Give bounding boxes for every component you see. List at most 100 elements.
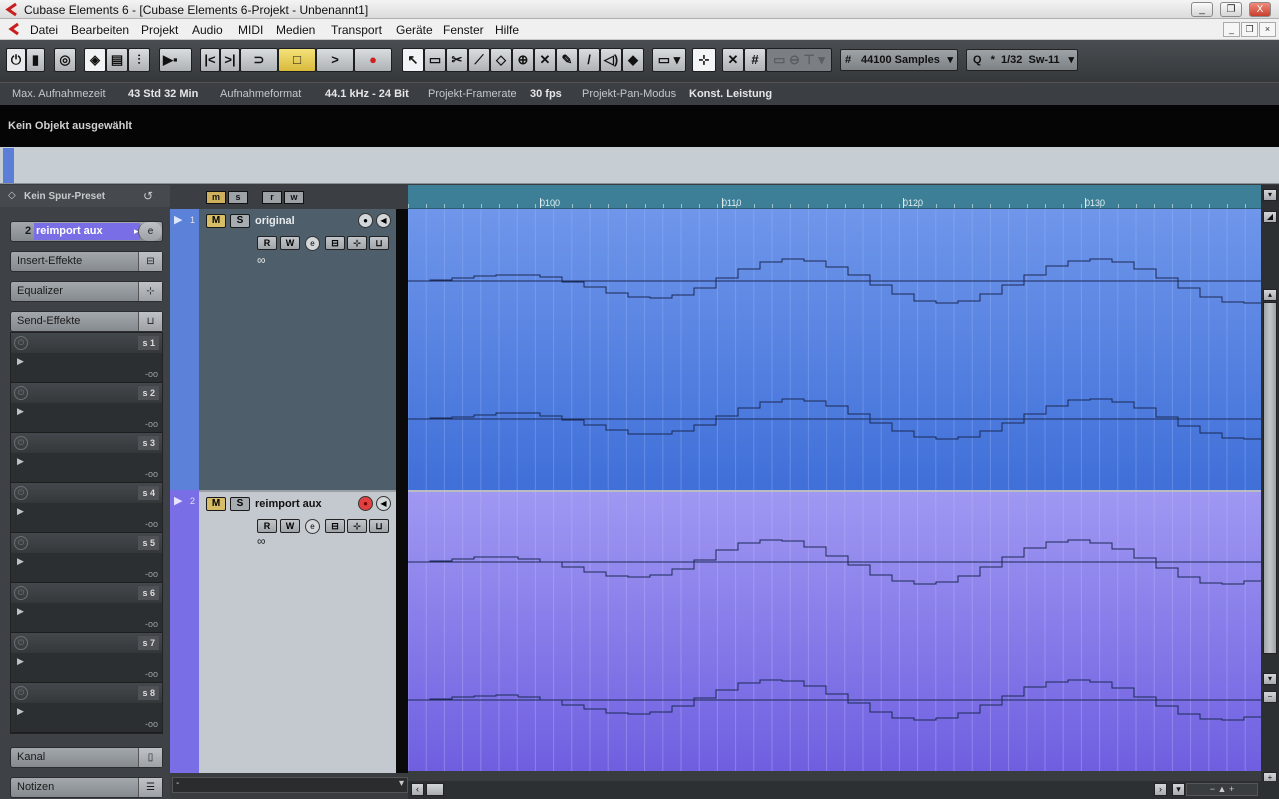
horizontal-scroll-thumb[interactable]	[426, 783, 444, 796]
menu-audio[interactable]: Audio	[192, 23, 223, 37]
cubase-menu-logo-icon[interactable]	[7, 22, 21, 36]
menu-datei[interactable]: Datei	[30, 23, 58, 37]
send-level[interactable]: -oo	[145, 519, 158, 529]
insert-bypass-icon[interactable]: ⊟	[325, 519, 345, 533]
record-enable-icon[interactable]: ●	[358, 496, 373, 511]
scroll-down-icon[interactable]: ▾	[1263, 673, 1277, 685]
send-level[interactable]: -oo	[145, 369, 158, 379]
send-slot[interactable]: ⏻ s 5 ▶ -oo	[11, 533, 162, 583]
expand-arrow-icon[interactable]: ▶	[17, 506, 24, 517]
play-tool[interactable]: ◁)	[600, 48, 622, 72]
go-to-end-button[interactable]: >|	[220, 48, 240, 72]
send-bypass-icon[interactable]: ⊔	[138, 312, 162, 331]
edit-channel-icon[interactable]: e	[305, 519, 320, 534]
send-power-icon[interactable]: ⏻	[14, 536, 28, 550]
quantize-dropdown[interactable]: Q * 1/32 Sw-11 ▾	[966, 49, 1078, 71]
mdi-restore-button[interactable]: ❐	[1241, 22, 1258, 37]
framerate-value[interactable]: 30 fps	[530, 88, 562, 100]
monitor-speaker-icon[interactable]: ◀	[376, 213, 391, 228]
snap-type-button[interactable]: ✕	[722, 48, 744, 72]
link-icon[interactable]: ∞	[257, 253, 266, 267]
send-slot[interactable]: ⏻ s 8 ▶ -oo	[11, 683, 162, 733]
horizontal-zoom-slider[interactable]: − ▲ +	[1186, 783, 1258, 796]
monitor-speaker-icon[interactable]: ◀	[376, 496, 391, 511]
read-automation-button[interactable]: R	[257, 519, 277, 533]
autoscroll-button[interactable]: ▶▪	[159, 48, 192, 72]
range-tool[interactable]: ▭	[424, 48, 446, 72]
send-slot[interactable]: ⏻ s 7 ▶ -oo	[11, 633, 162, 683]
read-automation-button[interactable]: R	[257, 236, 277, 250]
close-button[interactable]: X	[1249, 2, 1271, 17]
send-slot[interactable]: ⏻ s 4 ▶ -oo	[11, 483, 162, 533]
send-slot[interactable]: ⏻ s 3 ▶ -oo	[11, 433, 162, 483]
mdi-minimize-button[interactable]: _	[1223, 22, 1240, 37]
expand-arrow-icon[interactable]: ▶	[17, 656, 24, 667]
minimize-button[interactable]: _	[1191, 2, 1213, 17]
inspector-notes[interactable]: Notizen ☰	[10, 777, 163, 798]
vertical-scroll-thumb[interactable]	[1263, 302, 1277, 654]
grid-type-dropdown[interactable]: # 44100 Samples ▾	[840, 49, 958, 71]
solo-button[interactable]: S	[230, 214, 250, 228]
mixer-button[interactable]: ⫶	[128, 48, 150, 72]
send-power-icon[interactable]: ⏻	[14, 486, 28, 500]
zoom-presets-dropdown-icon[interactable]: ▾	[1172, 783, 1185, 796]
record-enable-icon[interactable]: ●	[358, 213, 373, 228]
inspector-channel[interactable]: Kanal ▯	[10, 747, 163, 768]
reset-preset-icon[interactable]: ↺	[143, 189, 153, 203]
zoom-tool[interactable]: ⊕	[512, 48, 534, 72]
menu-fenster[interactable]: Fenster	[443, 23, 484, 37]
expand-arrow-icon[interactable]: ▶	[17, 456, 24, 467]
timeline-ruler[interactable]: 0100 0110 0120 0130	[408, 185, 1261, 209]
draw-tool[interactable]: ✎	[556, 48, 578, 72]
menu-medien[interactable]: Medien	[276, 23, 315, 37]
scroll-up-icon[interactable]: ▴	[1263, 289, 1277, 301]
track-2[interactable]: ▶ 2 M S reimport aux ● ◀ R W e ⊟ ⊹ ⊔ ∞	[170, 490, 396, 773]
grid-button[interactable]: #	[744, 48, 766, 72]
insert-bypass-icon[interactable]: ⊟	[325, 236, 345, 250]
solo-button[interactable]: S	[230, 497, 250, 511]
menu-bearbeiten[interactable]: Bearbeiten	[71, 23, 129, 37]
channel-fader-icon[interactable]: ▯	[138, 748, 162, 767]
send-level[interactable]: -oo	[145, 719, 158, 729]
mute-button[interactable]: M	[206, 214, 226, 228]
track-color-strip[interactable]: ▶ 1	[170, 209, 199, 490]
send-power-icon[interactable]: ⏻	[14, 586, 28, 600]
inspector-toggle-button[interactable]: ◈	[84, 48, 106, 72]
inspector-track-name[interactable]: reimport aux	[34, 223, 140, 240]
expand-arrow-icon[interactable]: ▶	[17, 606, 24, 617]
eq-bypass-icon[interactable]: ⊹	[347, 236, 367, 250]
write-automation-button[interactable]: W	[280, 236, 300, 250]
send-power-icon[interactable]: ⏻	[14, 686, 28, 700]
zoom-slope-icon[interactable]: ◢	[1263, 211, 1277, 223]
track-name[interactable]: reimport aux	[255, 498, 322, 510]
split-tool[interactable]: ✂	[446, 48, 468, 72]
line-tool[interactable]: /	[578, 48, 600, 72]
play-button[interactable]: >	[316, 48, 354, 72]
eq-bypass-icon[interactable]: ⊹	[347, 519, 367, 533]
project-overview[interactable]	[0, 147, 1279, 184]
track-1[interactable]: ▶ 1 M S original ● ◀ R W e ⊟ ⊹ ⊔ ∞	[170, 209, 396, 490]
send-power-icon[interactable]: ⏻	[14, 386, 28, 400]
mute-tool[interactable]: ✕	[534, 48, 556, 72]
snap-toggle-button[interactable]: ⊹	[692, 48, 716, 72]
eq-bypass-icon[interactable]: ⊹	[138, 282, 162, 301]
global-read-toggle[interactable]: r	[262, 191, 282, 204]
menu-hilfe[interactable]: Hilfe	[495, 23, 519, 37]
zoom-out-icon[interactable]: −	[1263, 691, 1277, 703]
menu-projekt[interactable]: Projekt	[141, 23, 178, 37]
color-select-dropdown[interactable]: ▭ ▾	[652, 48, 686, 72]
inspector-track-name-field[interactable]: 2 reimport aux ▸ e	[10, 221, 163, 242]
automation-mode-button[interactable]: ◎	[54, 48, 76, 72]
inspector-send-effects[interactable]: Send-Effekte ⊔	[10, 311, 163, 332]
track-expand-icon[interactable]: ▶	[174, 213, 182, 226]
pan-mode-value[interactable]: Konst. Leistung	[689, 88, 772, 100]
zoom-dropdown-icon[interactable]: ▾	[1263, 189, 1277, 201]
constrain-delay-button[interactable]: ▮	[26, 48, 45, 72]
tracklist-divider[interactable]	[396, 209, 408, 773]
inspector-equalizer[interactable]: Equalizer ⊹	[10, 281, 163, 302]
send-slot[interactable]: ⏻ s 2 ▶ -oo	[11, 383, 162, 433]
overview-visible-range[interactable]	[3, 148, 14, 183]
track-color-strip[interactable]: ▶ 2	[170, 490, 199, 773]
menu-midi[interactable]: MIDI	[238, 23, 263, 37]
notes-icon[interactable]: ☰	[138, 778, 162, 797]
